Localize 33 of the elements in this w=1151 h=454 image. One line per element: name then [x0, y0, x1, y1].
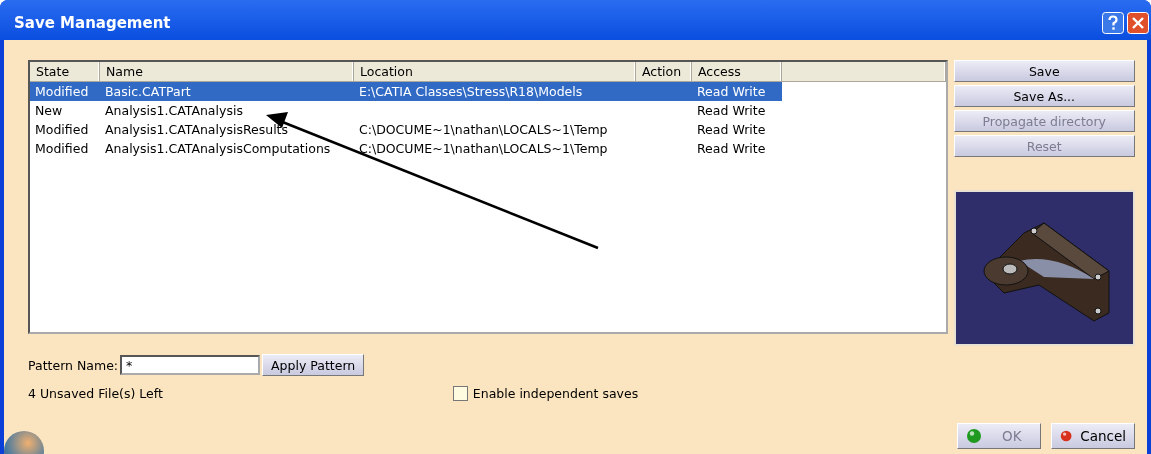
side-button[interactable]: Save As... [953, 85, 1135, 107]
checkbox-label: Enable independent saves [472, 386, 639, 401]
checkbox[interactable] [452, 386, 468, 401]
close-icon[interactable] [1127, 12, 1149, 34]
table-cell-text: New [34, 102, 64, 120]
table-row[interactable]: New Analysis1.CATAnalysis Read Write [30, 101, 782, 120]
table-cell-text: Basic.CATPart [104, 83, 192, 101]
table-cell-text: Modified [34, 121, 90, 139]
table-cell-text: Read Write [696, 140, 767, 158]
table-row[interactable]: Modified Basic.CATPart E:\CATIA Classes\Stress\R18\Models Read Write [30, 82, 782, 101]
unsaved-count: 4 Unsaved File(s) Left [28, 386, 163, 401]
table-cell-text: Read Write [696, 83, 767, 101]
window-title: Save Management [14, 14, 171, 32]
help-icon[interactable] [1102, 12, 1124, 34]
table-row[interactable]: Modified Analysis1.CATAnalysisResults C:\DOCUME~1\nathan\LOCALS~1\Temp Read Write [30, 120, 782, 139]
table-cell-text: Analysis1.CATAnalysis [104, 102, 244, 120]
table-cell-text: C:\DOCUME~1\nathan\LOCALS~1\Temp [358, 121, 609, 139]
table-cell-text: Analysis1.CATAnalysisResults [104, 121, 290, 139]
table-row[interactable]: Modified Analysis1.CATAnalysisComputations C:\DOCUME~1\nathan\LOCALS~1\Temp Read Write [30, 139, 782, 158]
table-cell-text: Modified [34, 140, 90, 158]
table-cell-text: E:\CATIA Classes\Stress\R18\Models [358, 83, 584, 101]
table-cell-text: Read Write [696, 102, 767, 120]
ok-ball-icon [966, 428, 982, 444]
table-cell-text: C:\DOCUME~1\nathan\LOCALS~1\Temp [358, 140, 609, 158]
pattern-label: Pattern Name: [28, 357, 119, 373]
cancel-ball-icon [1060, 428, 1073, 444]
apply-pattern-button[interactable]: Apply Pattern [262, 354, 365, 376]
table-cell-text: Modified [34, 83, 90, 101]
table-cell-text: Read Write [696, 121, 767, 139]
dialog-button[interactable]: Cancel [1051, 423, 1135, 449]
side-button[interactable]: Save [953, 60, 1135, 82]
pattern-field[interactable]: * [120, 355, 261, 375]
table-cell-text: Analysis1.CATAnalysisComputations [104, 140, 332, 158]
